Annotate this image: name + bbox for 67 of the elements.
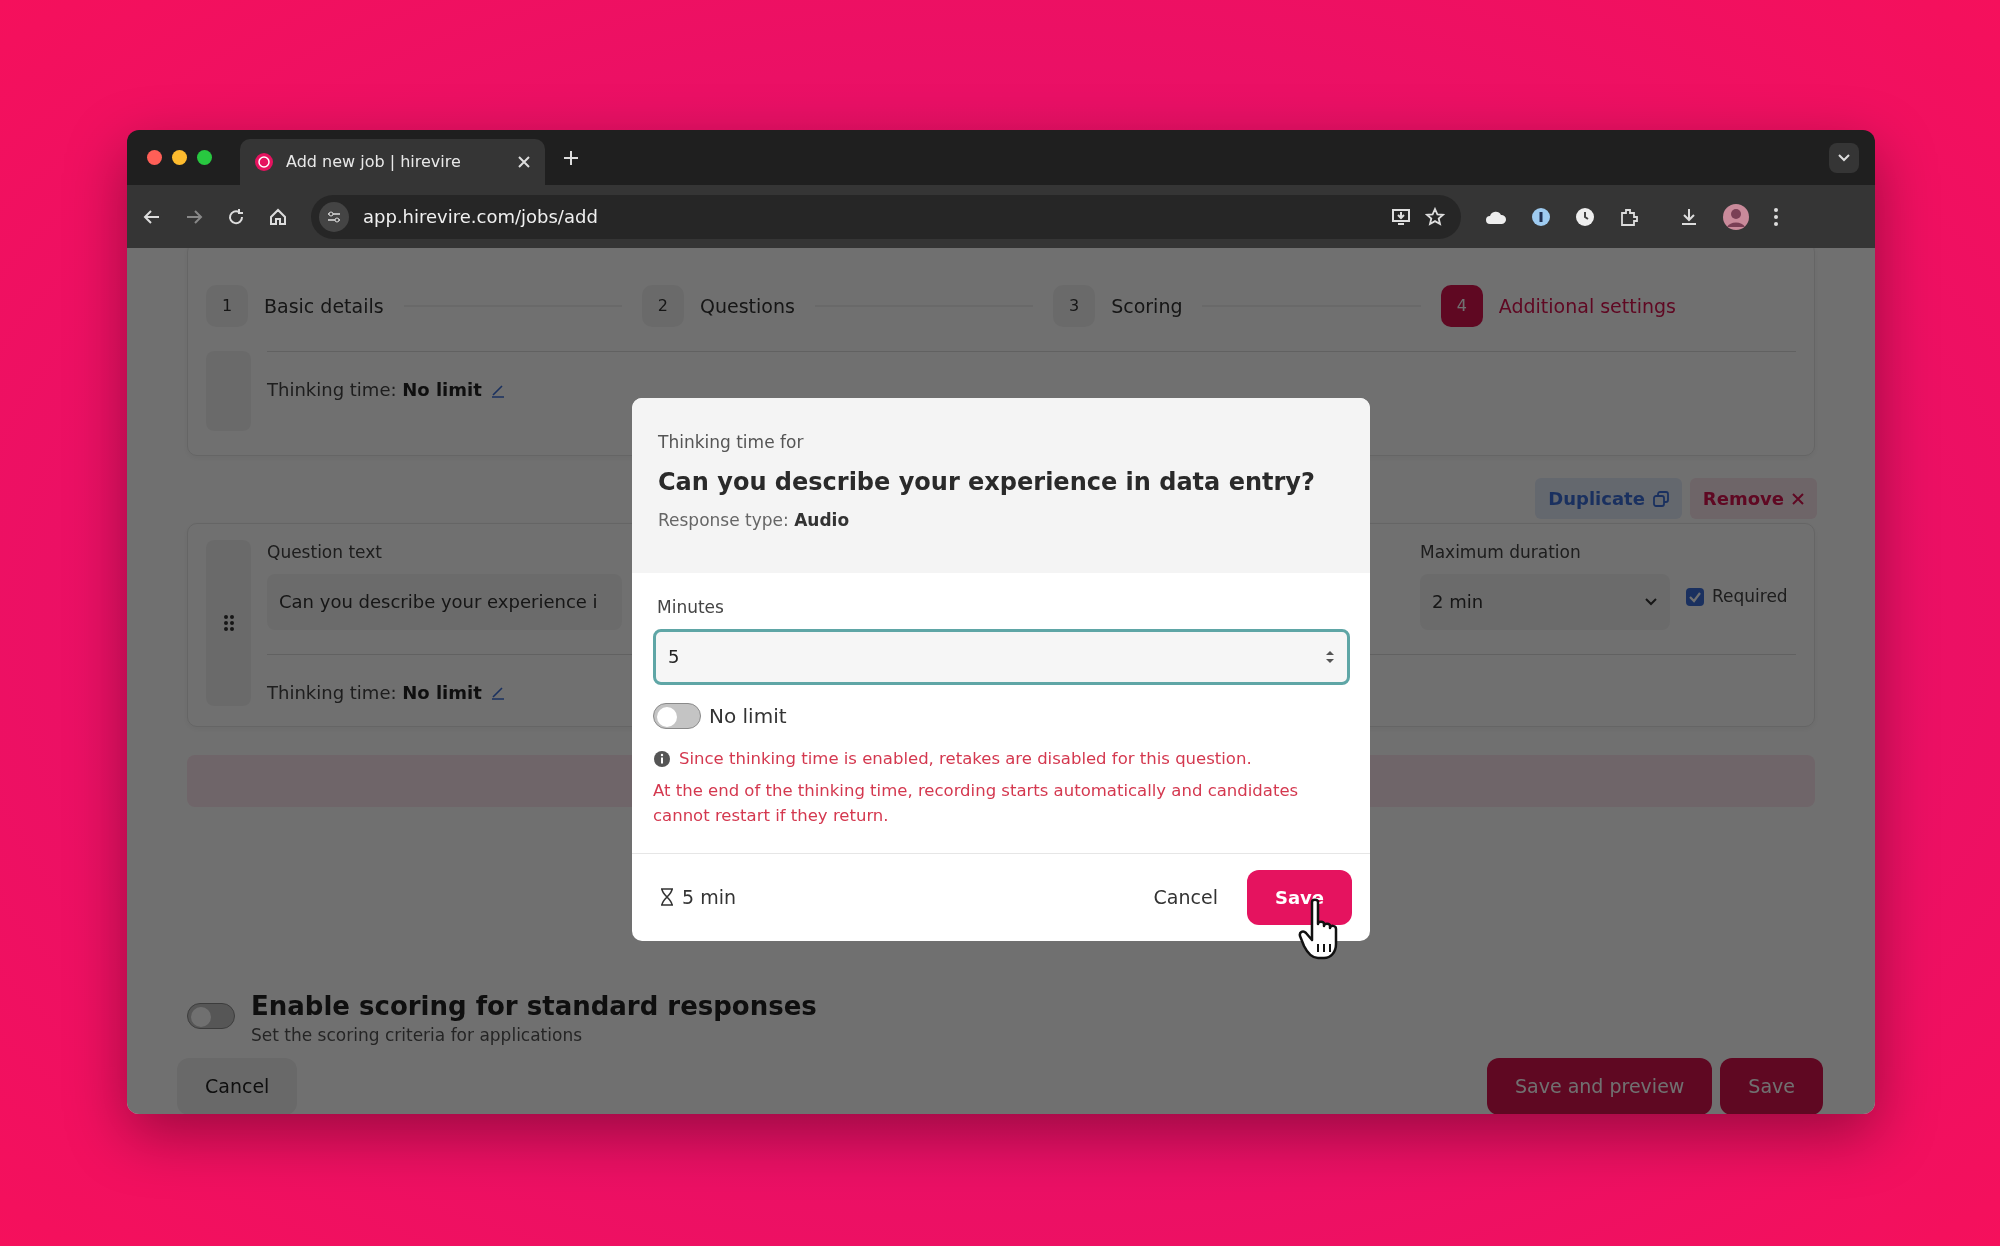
- modal-title: Can you describe your experience in data entry?: [658, 466, 1316, 498]
- question-input[interactable]: Can you describe your experience i: [267, 573, 622, 630]
- menu-icon[interactable]: [1773, 206, 1779, 227]
- reload-icon[interactable]: [227, 207, 245, 226]
- info-message: Since thinking time is enabled, retakes are disabled for this question.: [679, 747, 1252, 770]
- back-icon[interactable]: [143, 207, 161, 226]
- step-label[interactable]: Questions: [699, 291, 795, 321]
- step-label[interactable]: Additional settings: [1498, 291, 1676, 321]
- home-icon[interactable]: [269, 207, 287, 226]
- chevron-down-icon: [1644, 596, 1658, 607]
- field-label: Maximum duration: [1420, 541, 1582, 564]
- save-and-preview-button[interactable]: Save and preview: [1487, 1058, 1713, 1114]
- step-number: 2: [641, 285, 684, 327]
- thinking-time-text: Thinking time: No limit: [267, 378, 482, 402]
- site-settings-icon[interactable]: [319, 201, 349, 232]
- drag-handle[interactable]: [206, 540, 251, 706]
- close-icon[interactable]: [517, 155, 531, 169]
- hourglass-icon: [660, 888, 674, 907]
- step-label[interactable]: Scoring: [1111, 291, 1183, 321]
- save-button[interactable]: Save: [1720, 1058, 1823, 1114]
- edit-icon[interactable]: [489, 684, 506, 700]
- section-subtitle: Set the scoring criteria for applications: [251, 1025, 584, 1045]
- cancel-button[interactable]: Cancel: [1140, 876, 1231, 919]
- download-icon[interactable]: [1679, 206, 1699, 227]
- response-type-text: Response type: Audio: [658, 508, 851, 532]
- field-label: Minutes: [657, 596, 725, 619]
- drag-dots-icon: [222, 613, 235, 632]
- tab-list-icon[interactable]: [1829, 142, 1859, 173]
- required-label: Required: [1712, 585, 1788, 608]
- close-icon: [1792, 492, 1804, 505]
- tab-title: Add new job | hirevire: [286, 151, 462, 173]
- toggle-switch[interactable]: [187, 1002, 235, 1029]
- step-number: 4: [1440, 285, 1483, 327]
- cancel-button[interactable]: Cancel: [177, 1058, 298, 1114]
- warning-message: At the end of the thinking time, recording starts automatically and candidates cannot restart if they return.: [653, 780, 1300, 827]
- star-icon[interactable]: [1425, 206, 1445, 227]
- clock-icon[interactable]: [1575, 206, 1595, 227]
- toggle-switch[interactable]: [653, 702, 701, 729]
- spinner-arrows-icon[interactable]: [1325, 648, 1335, 665]
- toggle-label: No limit: [709, 702, 787, 730]
- close-window-dot[interactable]: [147, 150, 162, 165]
- maximize-window-dot[interactable]: [197, 150, 212, 165]
- password-manager-icon[interactable]: [1531, 206, 1551, 227]
- field-label: Question text: [267, 541, 383, 564]
- modal-eyebrow: Thinking time for: [658, 431, 805, 454]
- install-app-icon[interactable]: [1391, 206, 1411, 227]
- forward-icon[interactable]: [185, 207, 203, 226]
- address-bar[interactable]: app.hirevire.com/jobs/add: [311, 194, 1461, 239]
- new-tab-icon[interactable]: [563, 149, 579, 166]
- info-icon: [653, 749, 671, 768]
- step-number: 1: [206, 285, 248, 327]
- minutes-input[interactable]: 5: [653, 628, 1350, 685]
- duplicate-button[interactable]: Duplicate: [1535, 478, 1682, 519]
- duration-select[interactable]: 2 min: [1420, 573, 1670, 630]
- extensions-icon[interactable]: [1619, 206, 1639, 227]
- duration-summary: 5 min: [682, 885, 736, 910]
- step-label[interactable]: Basic details: [264, 291, 384, 321]
- remove-button[interactable]: Remove: [1689, 478, 1817, 519]
- minimize-window-dot[interactable]: [172, 150, 187, 165]
- thinking-time-text: Thinking time: No limit: [267, 680, 482, 705]
- browser-tab[interactable]: Add new job | hirevire: [240, 139, 545, 185]
- copy-icon: [1652, 490, 1669, 507]
- section-title: Enable scoring for standard responses: [251, 989, 817, 1023]
- site-logo-icon: [254, 152, 274, 172]
- required-checkbox[interactable]: [1686, 587, 1704, 606]
- step-number: 3: [1053, 285, 1096, 327]
- profile-avatar-icon[interactable]: [1723, 203, 1749, 230]
